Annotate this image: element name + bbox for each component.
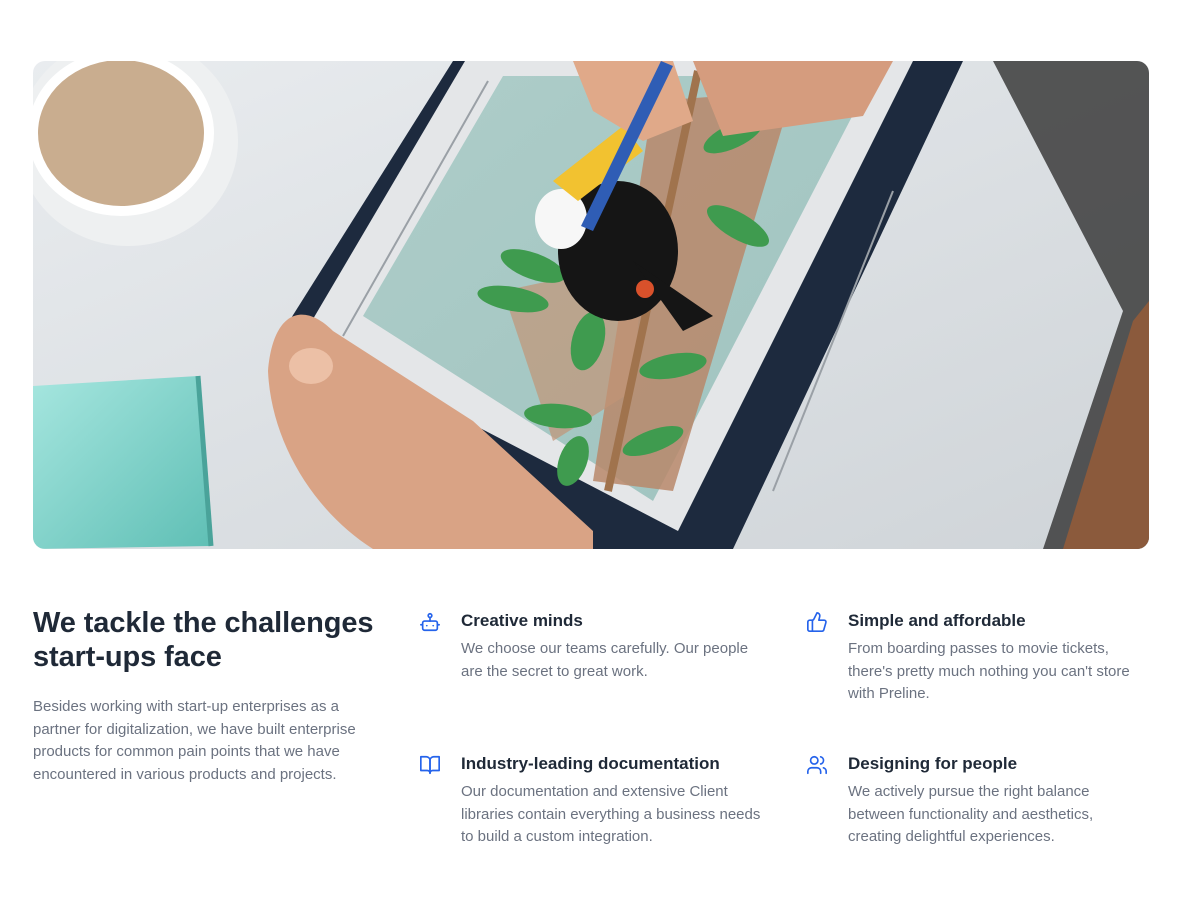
page: We tackle the challenges start-ups face …	[0, 0, 1182, 907]
intro-section: We tackle the challenges start-ups face …	[33, 606, 378, 786]
feature-title: Designing for people	[848, 754, 1018, 773]
feature-title: Simple and affordable	[848, 611, 1026, 630]
bot-icon	[419, 611, 441, 633]
feature-title: Creative minds	[461, 611, 583, 630]
thumbs-up-icon	[806, 611, 828, 633]
users-icon	[806, 754, 828, 776]
hero-image	[33, 61, 1149, 549]
feature-text: Our documentation and extensive Client l…	[461, 783, 761, 845]
hero-photo	[33, 61, 1149, 549]
section-description: Besides working with start-up enterprise…	[33, 698, 356, 783]
feature-text: We choose our teams carefully. Our peopl…	[461, 640, 749, 680]
section-heading: We tackle the challenges start-ups face	[33, 607, 374, 673]
feature-title: Industry-leading documentation	[461, 754, 720, 773]
feature-text: From boarding passes to movie tickets, t…	[848, 640, 1130, 702]
feature-text: We actively pursue the right balance bet…	[848, 783, 1094, 845]
book-open-icon	[419, 754, 441, 776]
